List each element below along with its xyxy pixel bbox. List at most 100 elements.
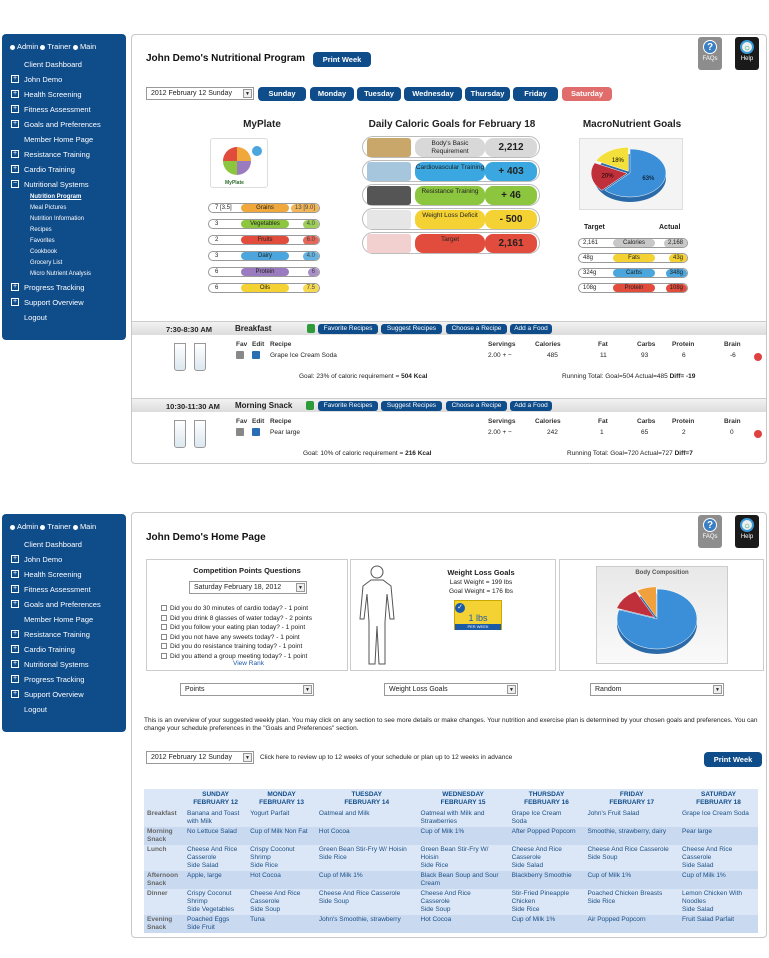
expand-icon[interactable]: + bbox=[11, 630, 19, 638]
expand-icon[interactable]: + bbox=[11, 150, 19, 158]
faqs-button[interactable]: ? FAQs bbox=[698, 37, 722, 70]
plan-cell[interactable]: Cheese And Rice Casserole Side Soup bbox=[584, 845, 679, 871]
plan-cell[interactable]: Smoothie, strawberry, dairy bbox=[584, 827, 680, 845]
day-tab-saturday[interactable]: Saturday bbox=[562, 87, 612, 101]
day-tab-thursday[interactable]: Thursday bbox=[465, 87, 510, 101]
expand-icon[interactable]: + bbox=[11, 690, 19, 698]
suggest-recipes-button[interactable]: Suggest Recipes bbox=[381, 324, 442, 334]
expand-icon[interactable]: + bbox=[11, 660, 19, 668]
nav-client-dashboard[interactable]: Client Dashboard bbox=[2, 537, 126, 552]
lock-icon[interactable] bbox=[306, 401, 314, 410]
plan-cell[interactable]: Hot Cocoa bbox=[315, 827, 418, 845]
expand-icon[interactable]: + bbox=[11, 298, 19, 306]
plan-cell[interactable]: Hot Cocoa bbox=[417, 915, 509, 933]
expand-icon[interactable]: + bbox=[11, 283, 19, 291]
plan-cell[interactable]: Banana and Toast with Milk bbox=[184, 809, 247, 827]
expand-icon[interactable]: + bbox=[11, 555, 19, 563]
expand-icon[interactable]: + bbox=[11, 120, 19, 128]
plan-cell[interactable]: Cup of Milk 1% bbox=[315, 871, 418, 889]
day-tab-tuesday[interactable]: Tuesday bbox=[357, 87, 401, 101]
nav-goals-and-preferences[interactable]: + Goals and Preferences bbox=[2, 117, 126, 132]
choose-a-recipe-button[interactable]: Choose a Recipe bbox=[446, 401, 507, 411]
favorite-checkbox[interactable] bbox=[236, 428, 244, 436]
nav-logout[interactable]: Logout bbox=[2, 310, 126, 325]
plan-cell[interactable]: Oatmeal and Milk bbox=[316, 809, 418, 827]
competition-date-select[interactable]: Saturday February 18, 2012 ▼ bbox=[189, 581, 307, 594]
plan-cell[interactable]: No Lettuce Salad bbox=[184, 827, 248, 845]
question-checkbox[interactable] bbox=[161, 643, 167, 649]
plan-cell[interactable]: Crispy Coconut Shrimp Side Rice bbox=[247, 845, 316, 871]
nav-john-demo[interactable]: + John Demo bbox=[2, 552, 126, 567]
plan-cell[interactable]: Cup of Milk 1% bbox=[417, 827, 509, 845]
favorite-recipes-button[interactable]: Favorite Recipes bbox=[318, 324, 378, 334]
widget-select-1[interactable]: Weight Loss Goals ▼ bbox=[384, 683, 518, 696]
choose-a-recipe-button[interactable]: Choose a Recipe bbox=[446, 324, 507, 334]
nav-support-overview[interactable]: + Support Overview bbox=[2, 687, 126, 702]
add-a-food-button[interactable]: Add a Food bbox=[510, 324, 552, 334]
role-admin[interactable]: Admin bbox=[10, 42, 38, 51]
day-tab-wednesday[interactable]: Wednesday bbox=[404, 87, 462, 101]
collapse-icon[interactable]: − bbox=[11, 180, 19, 188]
plan-cell[interactable]: Cup of Milk 1% bbox=[508, 915, 585, 933]
expand-icon[interactable]: + bbox=[11, 105, 19, 113]
expand-icon[interactable]: + bbox=[11, 75, 19, 83]
plan-cell[interactable]: Fruit Salad Parfait bbox=[679, 915, 758, 933]
question-checkbox[interactable] bbox=[161, 633, 167, 640]
plan-cell[interactable]: Air Popped Popcorn bbox=[584, 915, 680, 933]
plan-cell[interactable]: Grape Ice Cream Soda bbox=[679, 809, 758, 827]
edit-icon[interactable] bbox=[252, 428, 260, 436]
print-week-button[interactable]: Print Week bbox=[313, 52, 371, 67]
role-main[interactable]: Main bbox=[72, 42, 96, 51]
plan-cell[interactable]: Cheese And Rice Casserole Side Soup bbox=[247, 889, 316, 915]
role-main[interactable]: Main bbox=[72, 522, 96, 531]
nav-cardio-training[interactable]: + Cardio Training bbox=[2, 162, 126, 177]
question-item[interactable]: Did you do resistance training today? - … bbox=[161, 642, 312, 652]
role-admin[interactable]: Admin bbox=[10, 522, 38, 531]
meal-servings[interactable]: 2.00 + − bbox=[488, 429, 512, 436]
nav-fitness-assessment[interactable]: + Fitness Assessment bbox=[2, 582, 126, 597]
nav-goals-and-preferences[interactable]: + Goals and Preferences bbox=[2, 597, 126, 612]
plan-cell[interactable]: Yogurt Parfait bbox=[247, 809, 316, 827]
nav-logout[interactable]: Logout bbox=[2, 702, 126, 717]
plan-day-header[interactable]: TUESDAY FEBRUARY 14 bbox=[316, 789, 418, 809]
plan-cell[interactable]: Cup of Milk 1% bbox=[584, 871, 680, 889]
day-tab-sunday[interactable]: Sunday bbox=[258, 87, 306, 101]
print-week-button[interactable]: Print Week bbox=[704, 752, 762, 767]
question-checkbox[interactable] bbox=[161, 614, 167, 621]
lock-icon[interactable] bbox=[307, 324, 315, 333]
nav-support-overview[interactable]: + Support Overview bbox=[2, 295, 126, 310]
plan-cell[interactable]: Hot Cocoa bbox=[247, 871, 316, 889]
nav-resistance-training[interactable]: + Resistance Training bbox=[2, 627, 126, 642]
question-checkbox[interactable] bbox=[161, 605, 167, 611]
plan-cell[interactable]: Blackberry Smoothie bbox=[508, 871, 585, 889]
nav-client-dashboard[interactable]: Client Dashboard bbox=[2, 57, 126, 72]
delete-icon[interactable] bbox=[754, 353, 762, 361]
plan-cell[interactable]: Tuna bbox=[247, 915, 316, 933]
nav-fitness-assessment[interactable]: + Fitness Assessment bbox=[2, 102, 126, 117]
subnav-micro-nutrient-analysis[interactable]: Micro Nutrient Analysis bbox=[2, 269, 126, 280]
plan-cell[interactable]: Pear large bbox=[679, 827, 758, 845]
help-button[interactable]: ○ Help bbox=[735, 37, 759, 70]
plan-cell[interactable]: Grape Ice Cream Soda bbox=[509, 809, 585, 827]
day-tab-monday[interactable]: Monday bbox=[310, 87, 354, 101]
nav-nutritional-systems[interactable]: − Nutritional Systems bbox=[2, 177, 126, 192]
subnav-favorites[interactable]: Favorites bbox=[2, 236, 126, 247]
plan-cell[interactable]: Cheese And Rice Casserole Side Salad bbox=[509, 845, 585, 871]
question-checkbox[interactable] bbox=[161, 652, 167, 659]
nav-john-demo[interactable]: + John Demo bbox=[2, 72, 126, 87]
plan-cell[interactable]: Cheese And Rice Casserole Side Salad bbox=[679, 845, 758, 871]
question-item[interactable]: Did you not have any sweets today? - 1 p… bbox=[161, 633, 312, 643]
subnav-cookbook[interactable]: Cookbook bbox=[2, 247, 126, 258]
subnav-grocery-list[interactable]: Grocery List bbox=[2, 258, 126, 269]
date-select[interactable]: 2012 February 12 Sunday ▼ bbox=[146, 87, 254, 100]
plan-cell[interactable]: Cheese And Rice Casserole Side Soup bbox=[418, 889, 509, 915]
add-a-food-button[interactable]: Add a Food bbox=[510, 401, 552, 411]
day-tab-friday[interactable]: Friday bbox=[513, 87, 558, 101]
plan-cell[interactable]: Black Bean Soup and Sour Cream bbox=[417, 871, 509, 889]
nav-member-home-page[interactable]: Member Home Page bbox=[2, 132, 126, 147]
delete-icon[interactable] bbox=[754, 430, 762, 438]
role-trainer[interactable]: Trainer bbox=[40, 522, 71, 531]
nav-nutritional-systems[interactable]: + Nutritional Systems bbox=[2, 657, 126, 672]
subnav-meal-pictures[interactable]: Meal Pictures bbox=[2, 203, 126, 214]
help-button[interactable]: ○ Help bbox=[735, 515, 759, 548]
